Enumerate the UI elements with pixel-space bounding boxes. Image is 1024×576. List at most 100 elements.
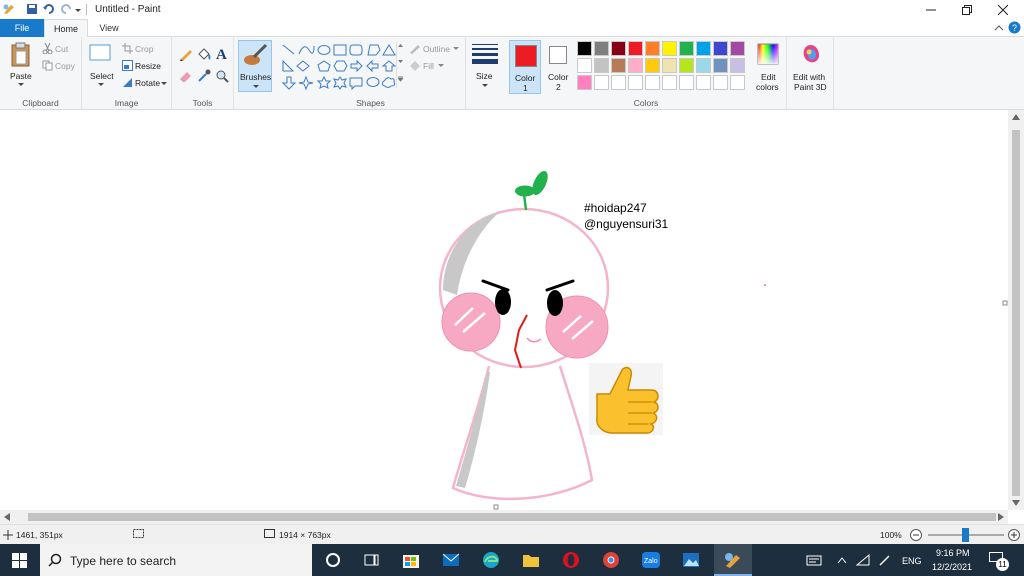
palette-color-swatch[interactable] — [611, 58, 626, 73]
chrome-icon[interactable] — [601, 550, 621, 570]
mail-icon[interactable] — [441, 550, 461, 570]
palette-color-swatch[interactable] — [662, 58, 677, 73]
scroll-right-icon[interactable] — [998, 513, 1004, 521]
palette-color-swatch[interactable] — [713, 41, 728, 56]
wifi-icon[interactable] — [856, 554, 870, 566]
size-button[interactable]: Size — [470, 40, 500, 92]
canvas[interactable]: #hoidap247 @nguyensuri31 — [0, 110, 1008, 510]
fill-bucket-icon[interactable] — [197, 47, 211, 61]
palette-color-swatch[interactable] — [577, 41, 592, 56]
cut-icon[interactable] — [42, 43, 53, 54]
eraser-icon[interactable] — [179, 69, 193, 83]
vertical-scrollbar[interactable] — [1008, 110, 1024, 510]
palette-color-swatch[interactable] — [730, 75, 745, 90]
input-language[interactable]: ENG — [902, 556, 922, 566]
palette-color-swatch[interactable] — [696, 58, 711, 73]
palette-color-swatch[interactable] — [628, 58, 643, 73]
scroll-down-icon[interactable] — [1012, 500, 1020, 506]
edit-with-paint3d-button[interactable]: Edit with Paint 3D — [789, 40, 833, 94]
paint-app-icon[interactable] — [2, 2, 16, 16]
text-tool-icon[interactable]: A — [215, 46, 229, 61]
palette-color-swatch[interactable] — [611, 75, 626, 90]
palette-color-swatch[interactable] — [577, 75, 592, 90]
task-view-icon[interactable] — [361, 550, 381, 570]
people-icon[interactable] — [804, 550, 824, 570]
opera-icon[interactable] — [561, 550, 581, 570]
crop-icon[interactable] — [122, 43, 133, 54]
store-icon[interactable] — [401, 550, 421, 570]
palette-color-swatch[interactable] — [713, 75, 728, 90]
rotate-button[interactable]: Rotate — [135, 78, 160, 88]
palette-color-swatch[interactable] — [696, 41, 711, 56]
palette-color-swatch[interactable] — [730, 41, 745, 56]
outline-icon[interactable] — [409, 43, 421, 54]
palette-color-swatch[interactable] — [594, 58, 609, 73]
zalo-icon[interactable]: Zalo — [641, 550, 661, 570]
file-explorer-icon[interactable] — [521, 550, 541, 570]
palette-color-swatch[interactable] — [662, 75, 677, 90]
edit-colors-button[interactable]: Edit colors — [752, 40, 784, 94]
undo-icon[interactable] — [42, 2, 56, 16]
taskbar-paint-active[interactable] — [714, 544, 752, 576]
palette-color-swatch[interactable] — [645, 41, 660, 56]
shapes-gallery[interactable] — [280, 42, 400, 92]
palette-color-swatch[interactable] — [628, 75, 643, 90]
tab-file[interactable]: File — [0, 19, 44, 37]
tab-view[interactable]: View — [90, 19, 128, 37]
horizontal-scroll-thumb[interactable] — [28, 513, 996, 521]
redo-icon[interactable] — [59, 2, 73, 16]
zoom-slider-thumb[interactable] — [962, 528, 969, 542]
palette-color-swatch[interactable] — [696, 75, 711, 90]
close-button[interactable] — [984, 0, 1022, 19]
clock-time[interactable]: 9:16 PM — [936, 548, 970, 558]
palette-color-swatch[interactable] — [679, 75, 694, 90]
crop-button[interactable]: Crop — [135, 44, 153, 54]
canvas-resize-handle-right[interactable] — [1002, 300, 1008, 306]
palette-color-swatch[interactable] — [730, 58, 745, 73]
palette-color-swatch[interactable] — [594, 41, 609, 56]
show-hidden-icons-icon[interactable] — [837, 556, 847, 564]
minimize-button[interactable] — [912, 0, 950, 19]
magnifier-icon[interactable] — [215, 69, 229, 83]
paste-button[interactable]: Paste — [7, 41, 37, 91]
scroll-left-icon[interactable] — [4, 513, 10, 521]
fill-icon[interactable] — [409, 60, 421, 71]
palette-color-swatch[interactable] — [611, 41, 626, 56]
horizontal-scrollbar[interactable] — [0, 510, 1008, 524]
palette-color-swatch[interactable] — [645, 75, 660, 90]
resize-icon[interactable] — [122, 60, 133, 71]
select-button[interactable]: Select — [88, 41, 116, 91]
clock-date[interactable]: 12/2/2021 — [932, 562, 972, 572]
palette-color-swatch[interactable] — [679, 58, 694, 73]
tab-home[interactable]: Home — [44, 19, 88, 38]
customize-quick-access-icon[interactable] — [74, 2, 82, 16]
taskbar-search-box[interactable]: Type here to search — [40, 544, 312, 576]
edge-icon[interactable] — [481, 550, 501, 570]
palette-color-swatch[interactable] — [679, 41, 694, 56]
resize-button[interactable]: Resize — [135, 61, 161, 71]
copy-icon[interactable] — [42, 60, 53, 71]
outline-button[interactable]: Outline — [423, 44, 450, 54]
rotate-icon[interactable] — [122, 77, 133, 88]
zoom-in-icon[interactable] — [1008, 529, 1020, 541]
palette-color-swatch[interactable] — [645, 58, 660, 73]
save-icon[interactable] — [25, 2, 39, 16]
palette-color-swatch[interactable] — [628, 41, 643, 56]
palette-color-swatch[interactable] — [594, 75, 609, 90]
cut-button[interactable]: Cut — [55, 44, 68, 54]
palette-color-swatch[interactable] — [713, 58, 728, 73]
color-picker-icon[interactable] — [197, 69, 211, 83]
vertical-scroll-thumb[interactable] — [1012, 130, 1020, 496]
pencil-icon[interactable] — [179, 47, 193, 61]
brushes-button[interactable]: Brushes — [238, 40, 272, 92]
palette-color-swatch[interactable] — [577, 58, 592, 73]
windows-start-icon[interactable] — [12, 553, 27, 568]
palette-color-swatch[interactable] — [662, 41, 677, 56]
fill-button[interactable]: Fill — [423, 61, 434, 71]
restore-button[interactable] — [948, 0, 986, 19]
shapes-scroll[interactable] — [396, 42, 403, 88]
pen-icon[interactable] — [878, 554, 892, 566]
cortana-icon[interactable] — [323, 550, 343, 570]
collapse-ribbon-icon[interactable] — [994, 24, 1004, 32]
photos-icon[interactable] — [681, 550, 701, 570]
